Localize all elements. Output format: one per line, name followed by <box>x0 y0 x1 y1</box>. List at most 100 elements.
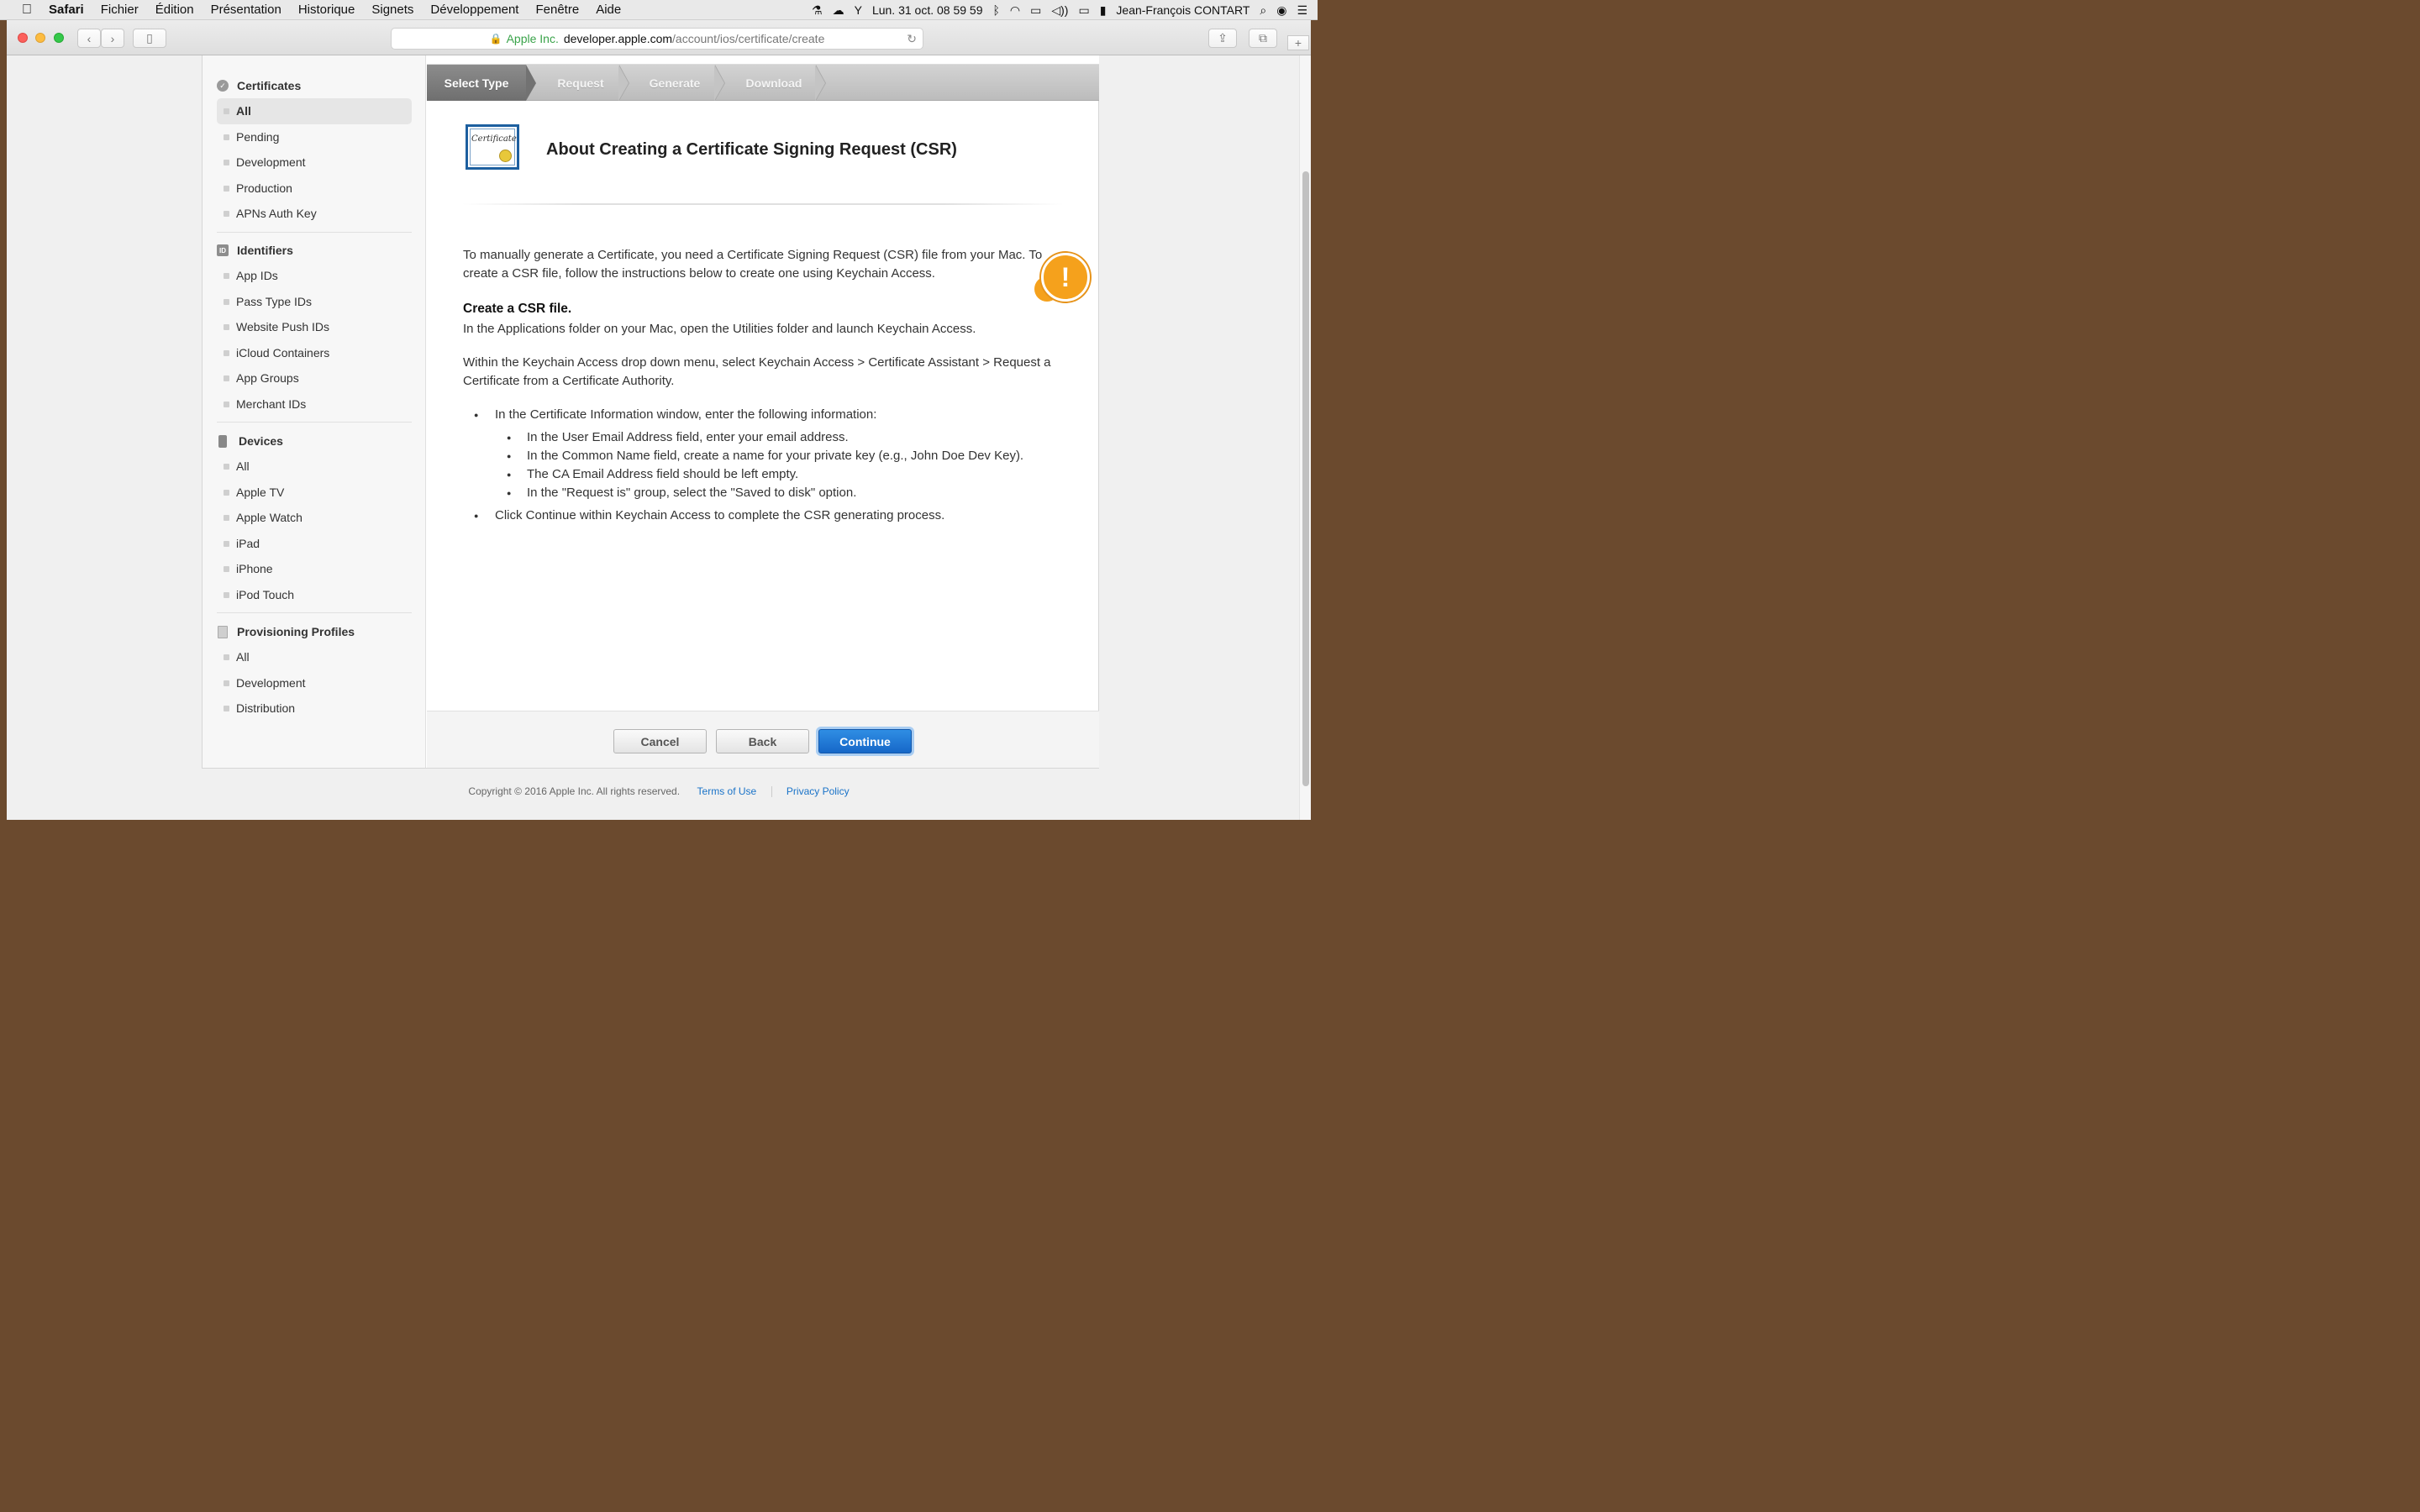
privacy-policy-link[interactable]: Privacy Policy <box>786 785 850 797</box>
sidebar-item-ipod-touch[interactable]: iPod Touch <box>217 582 412 608</box>
sidebar-divider <box>217 231 412 233</box>
sidebar-heading-certificates[interactable]: ✓ Certificates <box>217 73 412 98</box>
sidebar-item-app-ids[interactable]: App IDs <box>217 263 412 289</box>
sidebar-heading-devices[interactable]: Devices <box>217 428 412 454</box>
close-window-button[interactable] <box>18 33 28 43</box>
section-subheading: Create a CSR file. <box>463 302 572 316</box>
menu-app-name[interactable]: Safari <box>49 3 84 17</box>
flag-icon[interactable]: ▮ <box>1100 3 1107 18</box>
sidebar-item-certificates-development[interactable]: Development <box>217 150 412 176</box>
battery-icon[interactable]: ▭ <box>1078 3 1089 18</box>
list-item: Click Continue within Keychain Access to… <box>463 507 1051 525</box>
apple-menu-icon[interactable]:  <box>18 3 35 18</box>
footer-divider <box>771 786 772 798</box>
sidebar-item-apple-tv[interactable]: Apple TV <box>217 480 412 506</box>
airplay-icon[interactable]: ▭ <box>1030 3 1041 18</box>
sidebar-section-provisioning-profiles: Provisioning Profiles All Development Di… <box>217 619 412 722</box>
step-generate: Generate <box>649 76 701 90</box>
bluetooth-icon[interactable]: ᛒ <box>993 3 1000 17</box>
sidebar-heading-label: Identifiers <box>237 244 293 257</box>
tabs-overview-button[interactable]: ⧉ <box>1249 29 1277 48</box>
developer-panel: ✓ Certificates All Pending Development P… <box>202 55 1099 769</box>
sidebar-item-icloud-containers[interactable]: iCloud Containers <box>217 340 412 366</box>
sidebar: ✓ Certificates All Pending Development P… <box>203 55 426 768</box>
fork-icon[interactable]: Y <box>855 3 862 17</box>
certificate-image-icon: Certificate <box>466 124 519 170</box>
sidebar-icon: ▯ <box>146 31 153 45</box>
intro-text: To manually generate a Certificate, you … <box>463 248 1043 281</box>
sidebar-item-certificates-apns-auth-key[interactable]: APNs Auth Key <box>217 201 412 227</box>
continue-button[interactable]: Continue <box>818 729 912 753</box>
sidebar-item-merchant-ids[interactable]: Merchant IDs <box>217 391 412 417</box>
applications-instructions: In the Applications folder on your Mac, … <box>463 322 976 336</box>
sidebar-heading-provisioning-profiles[interactable]: Provisioning Profiles <box>217 619 412 644</box>
fullscreen-window-button[interactable] <box>54 33 64 43</box>
menu-developpement[interactable]: Développement <box>430 3 518 17</box>
sidebar-item-certificates-pending[interactable]: Pending <box>217 124 412 150</box>
sidebar-heading-identifiers[interactable]: ID Identifiers <box>217 238 412 263</box>
back-button[interactable]: Back <box>716 729 809 753</box>
sidebar-item-app-groups[interactable]: App Groups <box>217 365 412 391</box>
menu-fenetre[interactable]: Fenêtre <box>535 3 579 17</box>
share-button[interactable]: ⇪ <box>1208 29 1237 48</box>
sidebar-item-website-push-ids[interactable]: Website Push IDs <box>217 314 412 340</box>
chevron-left-icon: ‹ <box>87 31 92 45</box>
menu-bar:  Safari Fichier Édition Présentation Hi… <box>0 0 1318 20</box>
step-arrow <box>714 65 724 101</box>
instruction-list: In the Certificate Information window, e… <box>463 406 1051 525</box>
sidebar-item-iphone[interactable]: iPhone <box>217 556 412 582</box>
cancel-button[interactable]: Cancel <box>613 729 707 753</box>
scrollbar-thumb[interactable] <box>1302 171 1309 786</box>
certificate-icon: ✓ <box>217 80 229 92</box>
menu-aide[interactable]: Aide <box>596 3 621 17</box>
device-icon <box>218 434 227 448</box>
menu-fichier[interactable]: Fichier <box>101 3 139 17</box>
sidebar-item-apple-watch[interactable]: Apple Watch <box>217 505 412 531</box>
wizard-steps: Select Type Request Generate Download <box>427 65 1099 101</box>
reload-icon[interactable]: ↻ <box>907 32 917 46</box>
list-item: In the User Email Address field, enter y… <box>463 428 1051 447</box>
sidebar-toggle-button[interactable]: ▯ <box>133 29 166 48</box>
forward-nav-button[interactable]: › <box>101 29 124 48</box>
notification-center-icon[interactable]: ☰ <box>1297 3 1307 18</box>
menu-historique[interactable]: Historique <box>298 3 355 17</box>
page-viewport: ✓ Certificates All Pending Development P… <box>7 55 1311 820</box>
content-top-rule <box>427 55 1099 65</box>
flask-icon[interactable]: ⚗ <box>812 3 823 18</box>
back-nav-button[interactable]: ‹ <box>77 29 101 48</box>
title-divider <box>462 203 1064 205</box>
sidebar-item-ipad[interactable]: iPad <box>217 531 412 557</box>
sidebar-section-devices: Devices All Apple TV Apple Watch iPad iP… <box>217 428 412 617</box>
certificate-image-text: Certificate <box>471 134 517 144</box>
wifi-icon[interactable]: ◠ <box>1010 3 1020 18</box>
terms-of-use-link[interactable]: Terms of Use <box>697 785 757 797</box>
minimize-window-button[interactable] <box>35 33 45 43</box>
user-name[interactable]: Jean-François CONTART <box>1116 3 1249 17</box>
new-tab-button[interactable]: + <box>1287 35 1309 50</box>
volume-icon[interactable]: ◁)) <box>1051 3 1068 18</box>
sidebar-item-pass-type-ids[interactable]: Pass Type IDs <box>217 289 412 315</box>
vertical-scrollbar[interactable] <box>1299 55 1311 820</box>
spotlight-search-icon[interactable]: ⌕ <box>1260 3 1266 18</box>
tabs-icon: ⧉ <box>1259 31 1267 45</box>
sidebar-item-certificates-all[interactable]: All <box>217 98 412 124</box>
menu-presentation[interactable]: Présentation <box>211 3 281 17</box>
step-arrow <box>526 65 536 101</box>
list-item: In the "Request is" group, select the "S… <box>463 484 1051 502</box>
browser-window: ‹ › ▯ 🔒 Apple Inc. developer.apple.com /… <box>7 20 1311 820</box>
sidebar-item-devices-all[interactable]: All <box>217 454 412 480</box>
sidebar-item-profiles-distribution[interactable]: Distribution <box>217 696 412 722</box>
copyright-text: Copyright © 2016 Apple Inc. All rights r… <box>468 785 681 797</box>
siri-icon[interactable]: ◉ <box>1276 3 1286 18</box>
sidebar-section-identifiers: ID Identifiers App IDs Pass Type IDs Web… <box>217 238 412 426</box>
status-area: ⚗ ☁ Y Lun. 31 oct. 08 59 59 ᛒ ◠ ▭ ◁)) ▭ … <box>812 0 1318 20</box>
menu-edition[interactable]: Édition <box>155 3 194 17</box>
clock[interactable]: Lun. 31 oct. 08 59 59 <box>872 3 983 17</box>
sidebar-item-certificates-production[interactable]: Production <box>217 176 412 202</box>
sidebar-item-profiles-development[interactable]: Development <box>217 670 412 696</box>
sidebar-section-certificates: ✓ Certificates All Pending Development P… <box>217 73 412 236</box>
address-bar[interactable]: 🔒 Apple Inc. developer.apple.com /accoun… <box>391 28 923 50</box>
menu-signets[interactable]: Signets <box>371 3 413 17</box>
sidebar-item-profiles-all[interactable]: All <box>217 644 412 670</box>
creative-cloud-icon[interactable]: ☁ <box>833 3 844 18</box>
